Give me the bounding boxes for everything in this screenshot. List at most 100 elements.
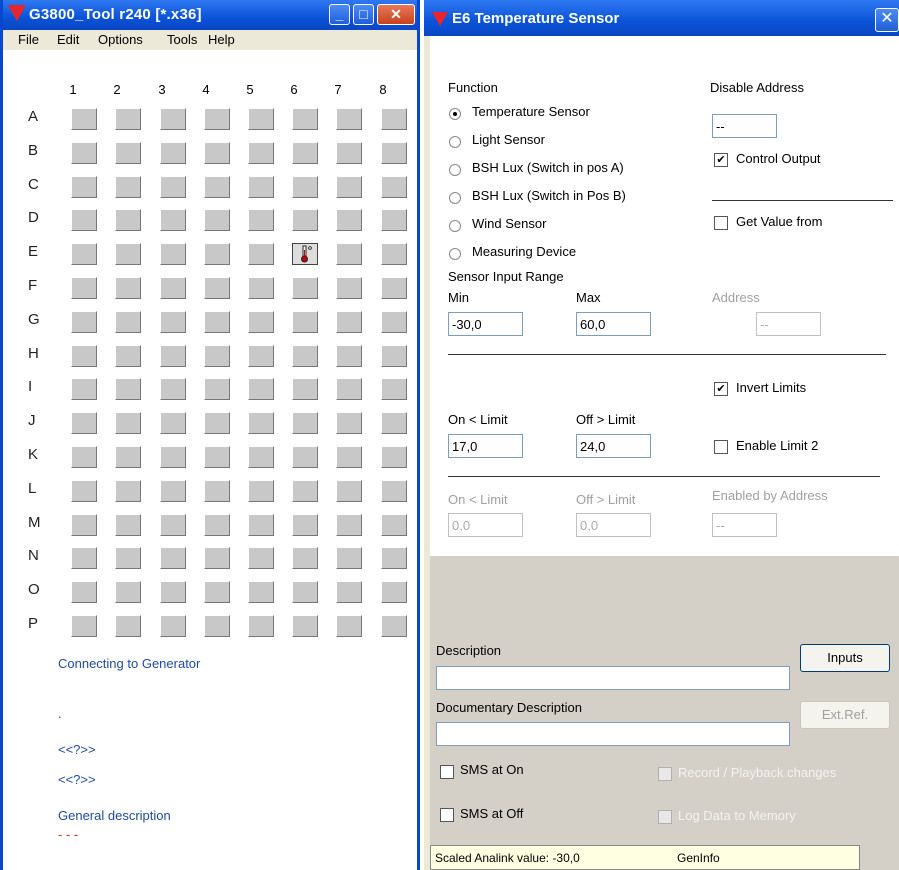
module-cell-G1[interactable] xyxy=(71,311,97,333)
module-cell-O5[interactable] xyxy=(248,581,274,603)
module-cell-B6[interactable] xyxy=(292,142,318,164)
enable-limit2-label[interactable]: Enable Limit 2 xyxy=(736,438,818,453)
module-cell-L4[interactable] xyxy=(204,480,230,502)
module-cell-K2[interactable] xyxy=(115,446,141,468)
module-cell-F5[interactable] xyxy=(248,277,274,299)
radio-temperature-sensor[interactable] xyxy=(449,108,461,120)
maximize-button[interactable]: □ xyxy=(353,4,374,25)
module-cell-L8[interactable] xyxy=(381,480,407,502)
module-cell-G7[interactable] xyxy=(336,311,362,333)
module-cell-J7[interactable] xyxy=(336,412,362,434)
record-playback-checkbox[interactable] xyxy=(658,767,672,781)
module-cell-P6[interactable] xyxy=(292,615,318,637)
module-cell-P4[interactable] xyxy=(204,615,230,637)
module-cell-B8[interactable] xyxy=(381,142,407,164)
menu-options[interactable]: Options xyxy=(98,32,143,47)
module-cell-H3[interactable] xyxy=(160,345,186,367)
module-cell-K8[interactable] xyxy=(381,446,407,468)
radio-light-sensor-label[interactable]: Light Sensor xyxy=(472,132,545,147)
module-cell-J8[interactable] xyxy=(381,412,407,434)
sms-on-checkbox[interactable] xyxy=(440,765,454,779)
control-output-checkbox[interactable]: ✔ xyxy=(714,153,728,167)
module-cell-I1[interactable] xyxy=(71,378,97,400)
module-cell-E5[interactable] xyxy=(248,243,274,265)
enable-limit2-checkbox[interactable] xyxy=(714,440,728,454)
log-data-label[interactable]: Log Data to Memory xyxy=(678,808,796,823)
disable-address-input[interactable] xyxy=(712,114,777,138)
module-cell-H5[interactable] xyxy=(248,345,274,367)
module-cell-N3[interactable] xyxy=(160,547,186,569)
module-cell-A8[interactable] xyxy=(381,108,407,130)
module-cell-C4[interactable] xyxy=(204,176,230,198)
module-cell-K3[interactable] xyxy=(160,446,186,468)
module-cell-N1[interactable] xyxy=(71,547,97,569)
get-value-from-checkbox[interactable] xyxy=(714,216,728,230)
module-cell-B7[interactable] xyxy=(336,142,362,164)
off-limit-input[interactable] xyxy=(576,434,651,458)
module-cell-O7[interactable] xyxy=(336,581,362,603)
radio-bsh-lux-a[interactable] xyxy=(449,164,461,176)
menu-tools[interactable]: Tools xyxy=(167,32,197,47)
sms-on-label[interactable]: SMS at On xyxy=(460,762,524,777)
module-cell-O8[interactable] xyxy=(381,581,407,603)
radio-bsh-lux-b[interactable] xyxy=(449,192,461,204)
radio-temperature-sensor-label[interactable]: Temperature Sensor xyxy=(472,104,590,119)
module-cell-D2[interactable] xyxy=(115,209,141,231)
module-cell-L3[interactable] xyxy=(160,480,186,502)
radio-bsh-lux-a-label[interactable]: BSH Lux (Switch in pos A) xyxy=(472,160,624,175)
module-cell-D4[interactable] xyxy=(204,209,230,231)
geninfo-label[interactable]: GenInfo xyxy=(677,851,720,865)
invert-limits-checkbox[interactable]: ✔ xyxy=(714,382,728,396)
module-cell-D8[interactable] xyxy=(381,209,407,231)
module-cell-C2[interactable] xyxy=(115,176,141,198)
module-cell-D6[interactable] xyxy=(292,209,318,231)
module-cell-A5[interactable] xyxy=(248,108,274,130)
record-playback-label[interactable]: Record / Playback changes xyxy=(678,765,836,780)
on-limit-input[interactable] xyxy=(448,434,523,458)
module-cell-G3[interactable] xyxy=(160,311,186,333)
module-cell-O1[interactable] xyxy=(71,581,97,603)
module-cell-E2[interactable] xyxy=(115,243,141,265)
close-button[interactable]: ✕ xyxy=(377,4,415,25)
address-input[interactable] xyxy=(756,312,821,336)
module-cell-B3[interactable] xyxy=(160,142,186,164)
module-cell-L7[interactable] xyxy=(336,480,362,502)
control-output-label[interactable]: Control Output xyxy=(736,151,821,166)
module-cell-O2[interactable] xyxy=(115,581,141,603)
module-cell-D7[interactable] xyxy=(336,209,362,231)
module-cell-M7[interactable] xyxy=(336,514,362,536)
dialog-close-button[interactable]: ✕ xyxy=(875,8,899,32)
module-cell-P7[interactable] xyxy=(336,615,362,637)
module-cell-A2[interactable] xyxy=(115,108,141,130)
module-cell-G4[interactable] xyxy=(204,311,230,333)
module-cell-N7[interactable] xyxy=(336,547,362,569)
module-cell-L5[interactable] xyxy=(248,480,274,502)
module-cell-L6[interactable] xyxy=(292,480,318,502)
module-cell-P2[interactable] xyxy=(115,615,141,637)
inputs-button[interactable]: Inputs xyxy=(800,644,890,672)
sms-off-checkbox[interactable] xyxy=(440,808,454,822)
module-cell-C1[interactable] xyxy=(71,176,97,198)
module-cell-I3[interactable] xyxy=(160,378,186,400)
module-cell-A6[interactable] xyxy=(292,108,318,130)
module-cell-N5[interactable] xyxy=(248,547,274,569)
radio-wind-sensor-label[interactable]: Wind Sensor xyxy=(472,216,546,231)
radio-bsh-lux-b-label[interactable]: BSH Lux (Switch in Pos B) xyxy=(472,188,626,203)
module-cell-H2[interactable] xyxy=(115,345,141,367)
module-cell-G5[interactable] xyxy=(248,311,274,333)
module-cell-C3[interactable] xyxy=(160,176,186,198)
module-cell-E7[interactable] xyxy=(336,243,362,265)
ext-ref-button[interactable]: Ext.Ref. xyxy=(800,701,890,729)
invert-limits-label[interactable]: Invert Limits xyxy=(736,380,806,395)
module-cell-F7[interactable] xyxy=(336,277,362,299)
module-cell-J3[interactable] xyxy=(160,412,186,434)
module-cell-F2[interactable] xyxy=(115,277,141,299)
module-cell-P5[interactable] xyxy=(248,615,274,637)
minimize-button[interactable]: _ xyxy=(329,4,350,25)
module-cell-J6[interactable] xyxy=(292,412,318,434)
module-cell-H6[interactable] xyxy=(292,345,318,367)
module-cell-P3[interactable] xyxy=(160,615,186,637)
module-cell-N6[interactable] xyxy=(292,547,318,569)
menu-file[interactable]: File xyxy=(18,32,39,47)
module-cell-K7[interactable] xyxy=(336,446,362,468)
